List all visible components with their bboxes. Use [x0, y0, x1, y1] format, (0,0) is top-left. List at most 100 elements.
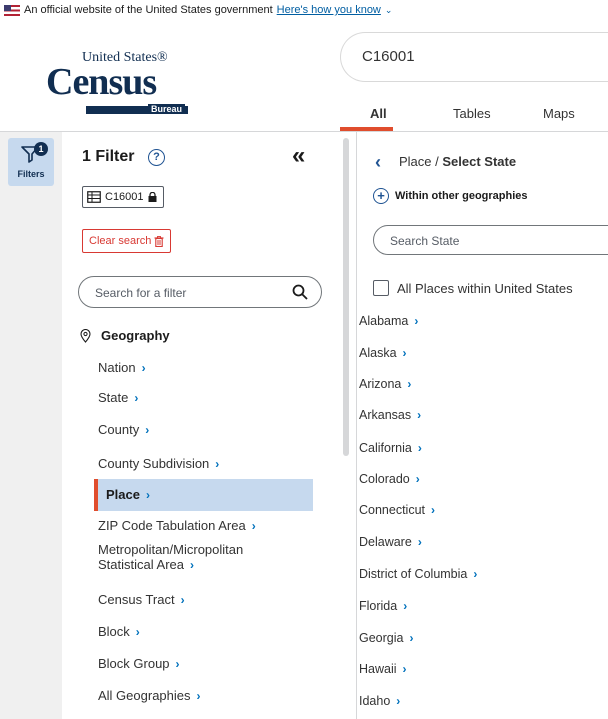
chevron-right-icon: › — [431, 503, 436, 517]
state-label: Alaska — [359, 346, 397, 360]
main-search-input[interactable]: C16001 — [340, 32, 608, 82]
gov-banner: An official website of the United States… — [0, 0, 608, 20]
chevron-right-icon: › — [403, 599, 408, 613]
state-item-colorado[interactable]: Colorado › — [359, 472, 420, 486]
chevron-right-icon: › — [407, 377, 412, 391]
within-other-geographies-label: Within other geographies — [395, 190, 528, 202]
state-item-arizona[interactable]: Arizona › — [359, 377, 411, 391]
geography-selector-pane: ‹ Place / Select State + Within other ge… — [356, 132, 608, 719]
filter-chip-c16001[interactable]: C16001 — [82, 186, 164, 208]
filter-search-placeholder: Search for a filter — [95, 286, 187, 300]
chevron-right-icon: › — [396, 694, 401, 708]
geo-item-label: State — [98, 390, 129, 405]
state-label: Hawaii — [359, 662, 397, 676]
breadcrumb-prefix: Place / — [399, 154, 439, 169]
geo-item-state[interactable]: State › — [98, 390, 138, 405]
chevron-right-icon: › — [251, 519, 256, 533]
geo-item-label: Census Tract — [98, 592, 175, 607]
geo-item-label: ZIP Code Tabulation Area — [98, 518, 246, 533]
back-chevron-icon[interactable]: ‹ — [375, 153, 381, 171]
filters-button[interactable]: 1 Filters — [8, 138, 54, 186]
filter-chip-label: C16001 — [105, 191, 144, 203]
chevron-right-icon: › — [417, 441, 422, 455]
state-label: District of Columbia — [359, 567, 468, 581]
chevron-right-icon: › — [417, 408, 422, 422]
filter-panel-title: 1 Filter — [82, 148, 135, 165]
chevron-right-icon: › — [409, 631, 414, 645]
chevron-right-icon: › — [145, 423, 150, 437]
state-item-delaware[interactable]: Delaware › — [359, 535, 422, 549]
all-places-checkbox[interactable] — [373, 280, 389, 296]
clear-search-button[interactable]: Clear search — [82, 229, 172, 253]
state-item-florida[interactable]: Florida › — [359, 599, 407, 613]
within-other-geographies-button[interactable]: + Within other geographies — [373, 188, 528, 204]
geo-item-all-geographies[interactable]: All Geographies › — [98, 688, 201, 703]
chevron-right-icon: › — [215, 457, 220, 471]
chevron-right-icon: › — [180, 593, 185, 607]
chevron-right-icon: › — [175, 657, 180, 671]
filter-search-input[interactable]: Search for a filter — [78, 276, 322, 308]
state-search-input[interactable]: Search State — [373, 225, 608, 255]
state-label: Delaware — [359, 535, 412, 549]
chevron-right-icon: › — [473, 567, 478, 581]
geo-item-label: Block — [98, 624, 130, 639]
state-label: Florida — [359, 599, 398, 613]
geo-item-nation[interactable]: Nation › — [98, 360, 146, 375]
chevron-right-icon: › — [190, 558, 194, 572]
chevron-right-icon: › — [134, 391, 139, 405]
gov-banner-text: An official website of the United States… — [24, 4, 273, 16]
tab-maps[interactable]: Maps — [543, 106, 575, 121]
state-label: Arizona — [359, 377, 402, 391]
map-pin-icon — [80, 328, 91, 343]
plus-circle-icon: + — [373, 188, 389, 204]
state-item-district-of-columbia[interactable]: District of Columbia › — [359, 567, 477, 581]
state-item-hawaii[interactable]: Hawaii › — [359, 662, 407, 676]
tab-all[interactable]: All — [370, 106, 387, 121]
state-label: Alabama — [359, 314, 409, 328]
geo-item-metro-micro-area[interactable]: Metropolitan/Micropolitan Statistical Ar… — [98, 542, 298, 573]
help-icon[interactable]: ? — [148, 149, 165, 166]
breadcrumb: ‹ Place / Select State — [375, 153, 517, 171]
state-label: Connecticut — [359, 503, 426, 517]
chevron-down-icon[interactable]: ⌄ — [385, 5, 393, 16]
state-item-connecticut[interactable]: Connecticut › — [359, 503, 435, 517]
geo-item-zcta[interactable]: ZIP Code Tabulation Area › — [98, 518, 256, 533]
geo-item-block[interactable]: Block › — [98, 624, 140, 639]
state-item-alabama[interactable]: Alabama › — [359, 314, 418, 328]
filter-panel-scrollbar[interactable] — [343, 138, 349, 456]
chevron-right-icon: › — [402, 346, 407, 360]
site-header: United States® Census Bureau C16001 All … — [0, 20, 608, 132]
chevron-right-icon: › — [415, 472, 420, 486]
census-logo[interactable]: United States® Census Bureau — [46, 50, 196, 120]
search-icon[interactable] — [291, 283, 309, 301]
filter-panel: 1 Filter ? « C16001 Clear search Search … — [62, 132, 356, 719]
geo-item-place[interactable]: Place › — [94, 479, 313, 511]
state-item-arkansas[interactable]: Arkansas › — [359, 408, 421, 422]
geo-item-county[interactable]: County › — [98, 422, 149, 437]
collapse-panel-icon[interactable]: « — [292, 144, 305, 168]
heres-how-you-know-link[interactable]: Here's how you know — [277, 4, 381, 16]
geo-item-census-tract[interactable]: Census Tract › — [98, 592, 185, 607]
geo-item-label: County Subdivision — [98, 456, 210, 471]
geo-item-label: All Geographies — [98, 688, 191, 703]
geo-item-label: Metropolitan/Micropolitan Statistical Ar… — [98, 542, 244, 572]
chevron-right-icon: › — [414, 314, 419, 328]
state-label: Arkansas — [359, 408, 412, 422]
geo-item-block-group[interactable]: Block Group › — [98, 656, 180, 671]
logo-census: Census — [46, 61, 157, 103]
all-places-option[interactable]: All Places within United States — [373, 280, 573, 296]
state-label: Georgia — [359, 631, 404, 645]
trash-icon — [154, 235, 164, 247]
geo-item-label: Nation — [98, 360, 136, 375]
breadcrumb-current: Select State — [442, 154, 517, 169]
geo-item-county-subdivision[interactable]: County Subdivision › — [98, 456, 219, 471]
state-item-idaho[interactable]: Idaho › — [359, 694, 400, 708]
tab-tables[interactable]: Tables — [453, 106, 491, 121]
geography-heading: Geography — [80, 328, 170, 343]
state-item-california[interactable]: California › — [359, 441, 422, 455]
filters-label: Filters — [17, 169, 45, 179]
state-item-alaska[interactable]: Alaska › — [359, 346, 407, 360]
chevron-right-icon: › — [135, 625, 140, 639]
geography-heading-label: Geography — [101, 328, 170, 343]
state-item-georgia[interactable]: Georgia › — [359, 631, 413, 645]
